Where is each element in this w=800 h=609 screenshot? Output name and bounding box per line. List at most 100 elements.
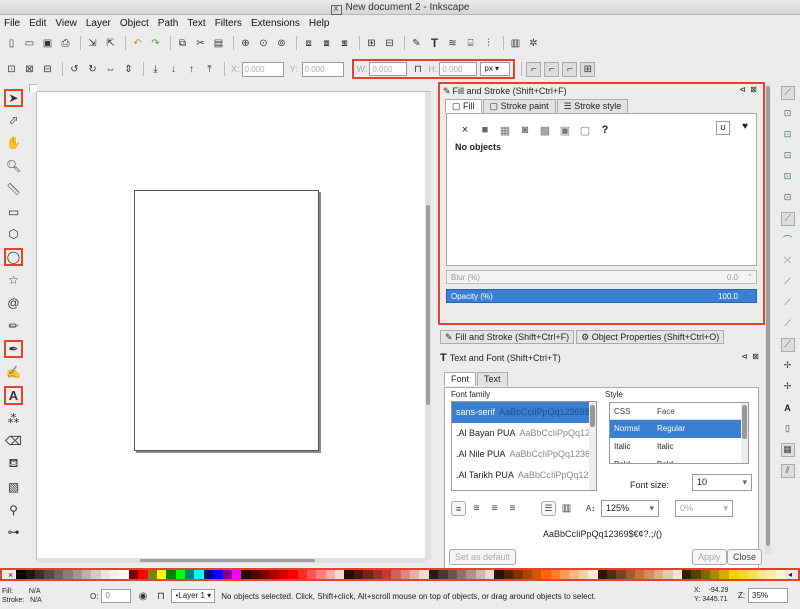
- snap-rotation-centers-icon[interactable]: ✢: [781, 380, 795, 394]
- measure-tool-icon[interactable]: 📏︎: [4, 180, 23, 198]
- clone-icon[interactable]: ⧇: [319, 36, 334, 51]
- undo-icon[interactable]: ↶: [130, 36, 145, 51]
- palette-swatch[interactable]: [381, 570, 392, 579]
- snap-others-icon[interactable]: ⟋: [780, 337, 795, 352]
- vertical-scrollbar-thumb[interactable]: [426, 205, 430, 405]
- palette-swatch[interactable]: [419, 570, 429, 579]
- palette-swatch[interactable]: [325, 570, 336, 579]
- snap-bbox-midpoints-icon[interactable]: ⊡: [781, 170, 795, 184]
- font-family-scrollbar[interactable]: [590, 405, 595, 427]
- apply-button[interactable]: Apply: [692, 549, 727, 565]
- menu-layer[interactable]: Layer: [86, 18, 111, 29]
- menu-text[interactable]: Text: [187, 18, 205, 29]
- menu-extensions[interactable]: Extensions: [251, 18, 300, 29]
- font-size-field[interactable]: 10 ▾: [692, 474, 752, 491]
- preferences-icon[interactable]: ✲: [526, 36, 541, 51]
- fill-stroke-dialog-icon[interactable]: ✎: [409, 36, 424, 51]
- menu-filters[interactable]: Filters: [215, 18, 242, 29]
- text-tool-icon[interactable]: A: [4, 385, 23, 405]
- spiral-tool-icon[interactable]: @: [4, 294, 23, 312]
- text-dock-close-icon[interactable]: ⊠: [752, 352, 759, 361]
- unset-paint-button[interactable]: ?: [595, 124, 615, 136]
- palette-swatch[interactable]: [53, 570, 64, 579]
- palette-swatch[interactable]: [691, 570, 701, 579]
- lock-icon[interactable]: ⊓: [410, 62, 425, 77]
- layer-visibility-icon[interactable]: ◉: [135, 589, 150, 604]
- palette-swatch[interactable]: [391, 570, 401, 579]
- palette-swatch[interactable]: [100, 570, 111, 579]
- dock-iconify-icon[interactable]: ⊲: [739, 85, 746, 94]
- raise-icon[interactable]: ↑: [184, 62, 199, 77]
- eraser-tool-icon[interactable]: ⌫: [4, 432, 23, 450]
- palette-swatch[interactable]: [138, 570, 148, 579]
- rectangle-tool-icon[interactable]: ▭: [4, 203, 23, 221]
- palette-swatch[interactable]: [194, 570, 204, 579]
- 3d-box-tool-icon[interactable]: ⬡: [4, 226, 23, 244]
- x-field[interactable]: 0.000: [241, 61, 284, 77]
- mesh-gradient-button[interactable]: ▩: [535, 124, 555, 137]
- palette-swatch[interactable]: [410, 570, 420, 579]
- move-gradients-icon[interactable]: ⌐: [562, 61, 578, 77]
- palette-swatch[interactable]: [494, 570, 504, 579]
- opacity-field[interactable]: 0: [101, 589, 132, 603]
- zoom-selection-icon[interactable]: ⊕: [238, 36, 253, 51]
- palette-menu-icon[interactable]: ◂: [788, 570, 792, 579]
- tab-font[interactable]: Font: [444, 372, 477, 386]
- palette-swatch[interactable]: [756, 570, 767, 579]
- flip-horizontal-icon[interactable]: ⇔: [103, 62, 118, 77]
- palette-swatch[interactable]: [447, 570, 457, 579]
- align-right-icon[interactable]: ≡: [487, 501, 502, 516]
- palette-swatch[interactable]: [372, 570, 382, 579]
- document-properties-icon[interactable]: ▥: [508, 36, 523, 51]
- palette-swatch[interactable]: [306, 570, 317, 579]
- palette-swatch[interactable]: [400, 570, 411, 579]
- palette-swatch[interactable]: [438, 570, 448, 579]
- palette-swatch[interactable]: [250, 570, 261, 579]
- palette-swatch[interactable]: [269, 570, 279, 579]
- palette-swatch[interactable]: [766, 570, 776, 579]
- palette-swatch[interactable]: [466, 570, 476, 579]
- style-row[interactable]: Italic Italic: [610, 438, 748, 456]
- rotate-ccw-icon[interactable]: ↺: [67, 62, 82, 77]
- tab-fill[interactable]: ▢ Fill: [445, 99, 482, 113]
- palette-swatch[interactable]: [278, 570, 289, 579]
- palette-swatch[interactable]: [35, 570, 45, 579]
- palette-swatch[interactable]: [72, 570, 82, 579]
- snap-line-midpoints-icon[interactable]: ⟋: [781, 317, 795, 331]
- palette-swatch[interactable]: [456, 570, 467, 579]
- layers-dialog-icon[interactable]: ≋: [445, 36, 460, 51]
- palette-swatch[interactable]: [531, 570, 542, 579]
- paint-bucket-tool-icon[interactable]: ⛾: [4, 455, 23, 473]
- pencil-tool-icon[interactable]: ✏: [4, 317, 23, 335]
- palette-swatch[interactable]: [297, 570, 307, 579]
- menu-view[interactable]: View: [55, 18, 77, 29]
- font-family-row[interactable]: .Al Bayan PUA AaBbCcIiPpQq12: [452, 423, 596, 444]
- snap-toggle-icon[interactable]: ⟋: [780, 85, 795, 100]
- palette-swatch[interactable]: [475, 570, 486, 579]
- palette-swatch[interactable]: [625, 570, 636, 579]
- palette-swatch[interactable]: [16, 570, 26, 579]
- paste-icon[interactable]: ▤: [211, 36, 226, 51]
- raise-top-icon[interactable]: ⤒: [202, 62, 217, 77]
- new-document-icon[interactable]: ▯: [4, 36, 19, 51]
- duplicate-icon[interactable]: ⧈: [301, 36, 316, 51]
- text-font-dialog-icon[interactable]: T: [427, 36, 442, 51]
- font-family-row[interactable]: .Al Tarikh PUA AaBbCcIiPpQq12: [452, 465, 596, 486]
- palette-swatches[interactable]: [16, 570, 786, 579]
- connector-tool-icon[interactable]: ⊶: [4, 524, 23, 542]
- palette-swatch[interactable]: [288, 570, 298, 579]
- palette-swatch[interactable]: [710, 570, 720, 579]
- palette-swatch[interactable]: [738, 570, 748, 579]
- set-as-default-button[interactable]: Set as default: [449, 549, 517, 565]
- star-tool-icon[interactable]: ☆: [4, 271, 23, 289]
- ellipse-tool-icon[interactable]: ◯: [4, 248, 23, 267]
- save-icon[interactable]: ▣: [40, 36, 55, 51]
- snap-bbox-corners-icon[interactable]: ⊡: [781, 149, 795, 163]
- palette-swatch[interactable]: [747, 570, 757, 579]
- snap-smooth-nodes-icon[interactable]: ⟋: [781, 296, 795, 310]
- tab-text[interactable]: Text: [477, 372, 508, 386]
- palette-swatch[interactable]: [513, 570, 523, 579]
- blur-slider[interactable]: Blur (%) 0.0 ⌃: [446, 270, 757, 284]
- palette-swatch[interactable]: [653, 570, 664, 579]
- palette-swatch[interactable]: [700, 570, 711, 579]
